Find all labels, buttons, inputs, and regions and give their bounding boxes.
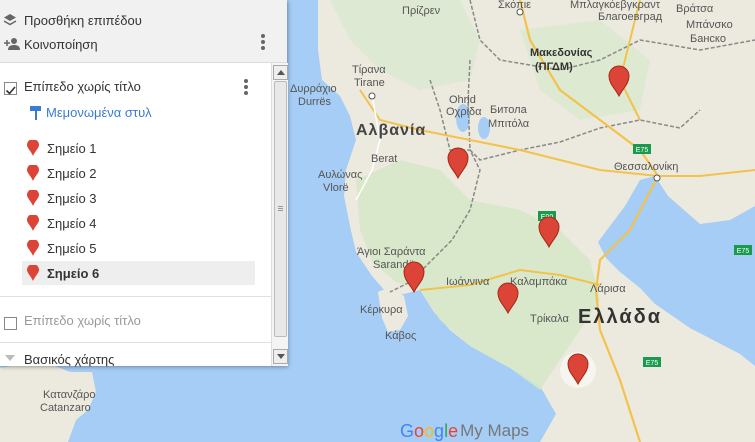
scroll-down-button[interactable] — [273, 349, 288, 364]
share-button[interactable]: Κοινοποίηση — [0, 33, 98, 55]
city-kyustendil: Βράτσα — [676, 3, 714, 15]
add-person-icon — [3, 37, 20, 51]
city-thessaloniki: Θεσσαλονίκη — [614, 161, 678, 173]
point-label: Σημείο 6 — [47, 265, 100, 281]
city-ioannina: Ιωάννινα — [446, 276, 490, 288]
more-options-icon[interactable] — [259, 33, 267, 51]
road-shield-e75-north: E75 — [633, 144, 651, 154]
city-bansko: Μπάνσκο — [686, 19, 733, 31]
marker-icon — [27, 165, 39, 181]
layer-1-menu-icon[interactable] — [242, 78, 250, 96]
scroll-thumb[interactable] — [274, 81, 287, 337]
layer-1-title[interactable]: Επίπεδο χωρίς τίτλο — [24, 79, 141, 94]
city-saranda: Άγιοι Σαράντα — [357, 246, 426, 258]
my-maps-wordmark: My Maps — [460, 421, 530, 440]
city-trikala: Τρίκαλα — [530, 313, 569, 325]
panel-toolbar: Προσθήκη επιπέδου Κοινοποίηση — [0, 0, 287, 63]
marker-icon — [27, 215, 39, 231]
point-label: Σημείο 3 — [47, 190, 97, 206]
svg-text:E75: E75 — [636, 147, 649, 154]
expand-arrow-icon[interactable] — [5, 355, 15, 361]
city-bansko-b: Банско — [690, 33, 726, 45]
point-label: Σημείο 1 — [47, 140, 97, 156]
base-map-title[interactable]: Βασικός χάρτης — [24, 352, 114, 367]
google-my-maps-logo: Google My Maps — [400, 421, 529, 441]
city-larisa: Λάρισα — [590, 283, 626, 295]
country-label-albania: Αλβανία — [356, 122, 426, 139]
point-item-4[interactable]: Σημείο 4 — [22, 211, 255, 235]
city-durres-b: Durrës — [298, 96, 332, 108]
point-item-3[interactable]: Σημείο 3 — [22, 186, 255, 210]
city-catanzaro-b: Catanzaro — [40, 402, 91, 414]
add-layer-label: Προσθήκη επιπέδου — [24, 12, 142, 28]
add-layer-button[interactable]: Προσθήκη επιπέδου — [0, 9, 142, 31]
city-blagoevgrad-b: Благоевград — [598, 11, 663, 23]
panel-scrollbar[interactable] — [271, 63, 288, 366]
city-durres: Δυρράχιο — [290, 83, 337, 95]
svg-text:E75: E75 — [737, 248, 750, 255]
city-vlore-b: Vlorë — [323, 182, 349, 194]
city-kalambaka: Καλαμπάκα — [510, 276, 568, 288]
point-label: Σημείο 5 — [47, 240, 97, 256]
point-item-6[interactable]: Σημείο 6 — [22, 261, 255, 285]
layers-panel: Προσθήκη επιπέδου Κοινοποίηση Επίπεδο χω… — [0, 0, 288, 367]
marker-icon — [27, 190, 39, 206]
marker-icon — [27, 140, 39, 156]
checkmark-icon — [5, 86, 16, 95]
road-shield-e75-south: E75 — [643, 357, 661, 367]
country-label-macedonia-2: (ΠΓΔΜ) — [535, 61, 573, 73]
city-ohrid: Ohrid — [449, 94, 476, 106]
layer-1-checkbox[interactable] — [4, 82, 17, 95]
layers-icon — [3, 13, 17, 27]
point-label: Σημείο 2 — [47, 165, 97, 181]
layer-2-title[interactable]: Επίπεδο χωρίς τίτλο — [24, 313, 141, 328]
google-wordmark: Google — [400, 420, 459, 441]
point-label: Σημείο 4 — [47, 215, 97, 231]
city-vlore: Αυλώνας — [318, 169, 362, 181]
divider — [0, 296, 271, 297]
point-item-1[interactable]: Σημείο 1 — [22, 136, 255, 160]
city-skopje: Σκόπιε — [498, 0, 531, 11]
city-blagoevgrad: Μπλαγκόεβγκραντ — [570, 0, 661, 11]
individual-styles-link[interactable]: Μεμονωμένα στυλ — [46, 105, 152, 120]
point-item-2[interactable]: Σημείο 2 — [22, 161, 255, 185]
city-kerkyra: Κέρκυρα — [360, 304, 403, 316]
divider — [0, 342, 271, 343]
scroll-up-button[interactable] — [273, 65, 288, 80]
map-marker-6-selected[interactable] — [560, 352, 596, 388]
country-label-greece: Ελλάδα — [578, 306, 662, 328]
city-tirana-b: Tirane — [354, 77, 385, 89]
city-prizren: Πρίζρεν — [402, 5, 441, 17]
share-label: Κοινοποίηση — [24, 36, 98, 52]
city-ochrid: Οχρίδα — [446, 106, 482, 118]
city-catanzaro: Κατανζάρο — [43, 389, 95, 401]
city-bitola-gr: Μπιτόλα — [488, 118, 530, 130]
paint-roller-icon — [30, 106, 42, 120]
city-berat: Berat — [371, 153, 397, 165]
city-tirana: Τίρανα — [352, 64, 386, 76]
svg-text:E75: E75 — [646, 360, 659, 367]
marker-icon — [27, 240, 39, 256]
point-item-5[interactable]: Σημείο 5 — [22, 236, 255, 260]
marker-icon — [27, 265, 39, 281]
layer-2-checkbox[interactable] — [4, 317, 17, 330]
city-bitola: Битола — [490, 104, 528, 116]
road-shield-e75-east: E75 — [734, 245, 752, 255]
country-label-macedonia: Μακεδονίας — [530, 47, 593, 59]
city-kavos: Κάβος — [385, 330, 416, 342]
